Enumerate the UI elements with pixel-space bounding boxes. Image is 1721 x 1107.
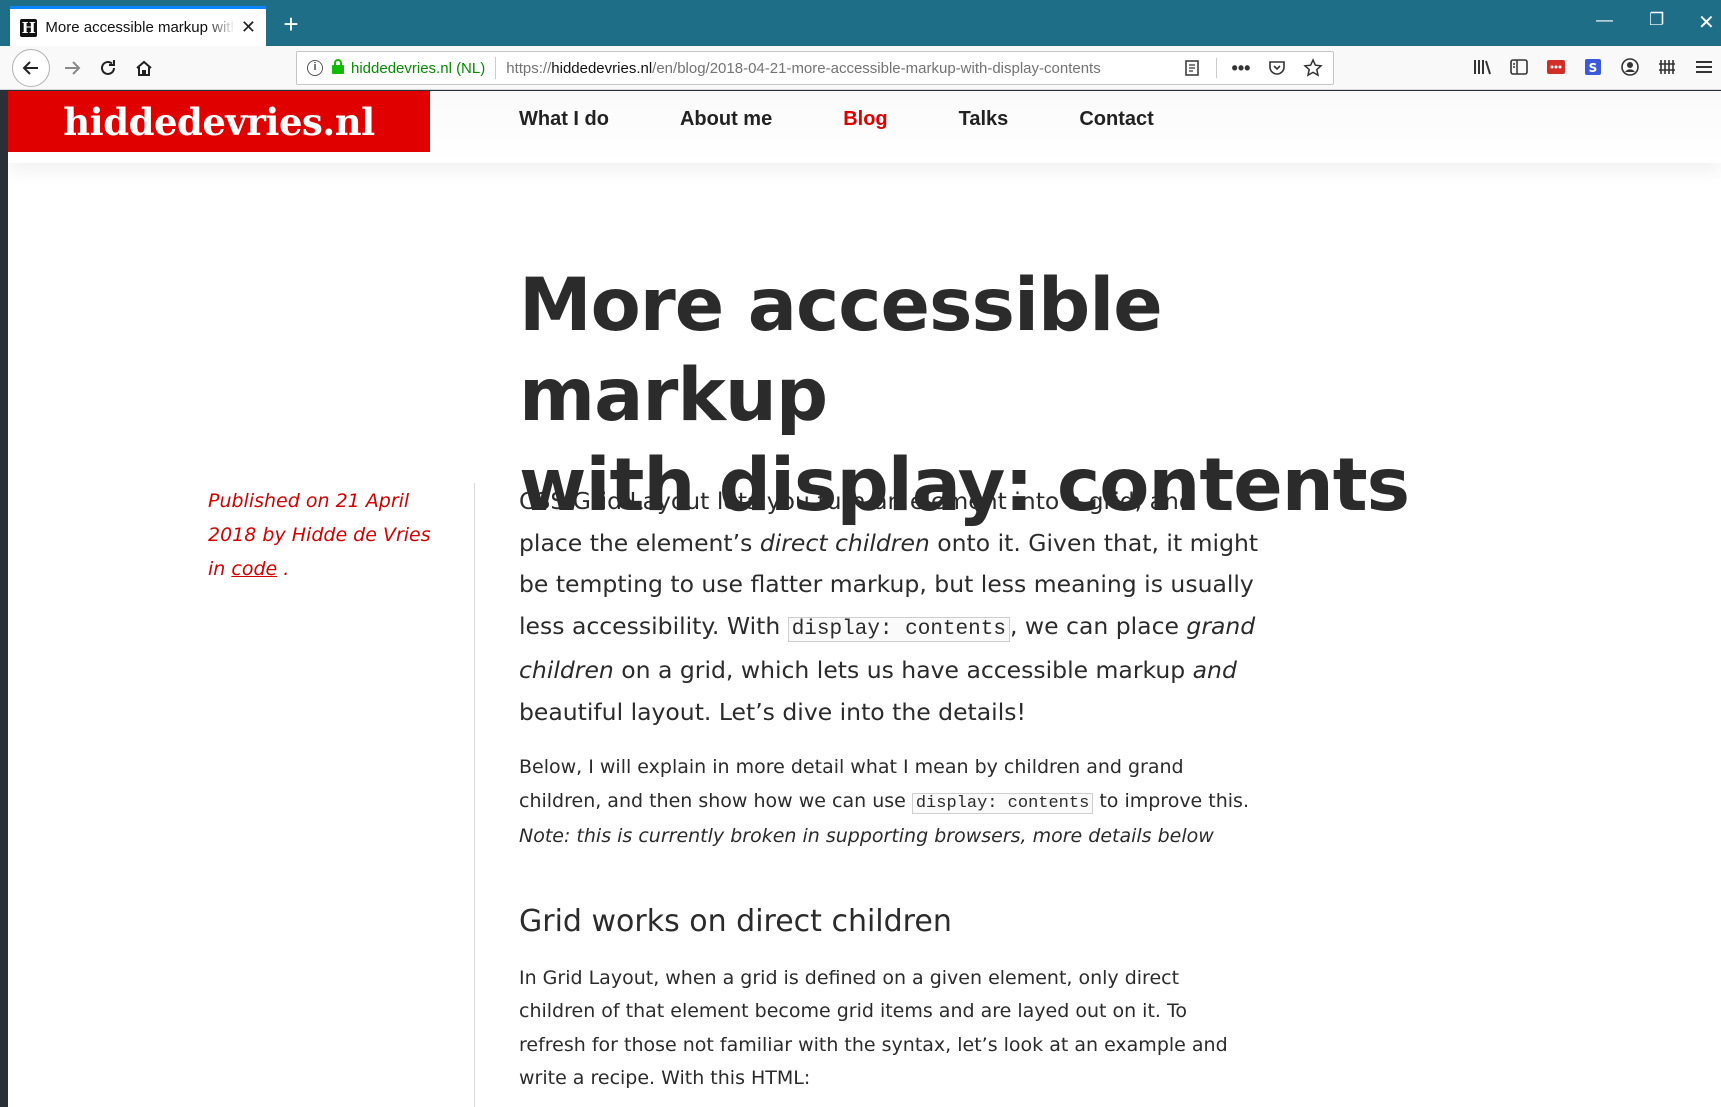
account-icon[interactable] bbox=[1618, 52, 1642, 82]
sidebar-icon[interactable] bbox=[1507, 52, 1531, 82]
meta-in: in bbox=[208, 558, 226, 580]
extension-grid-icon[interactable] bbox=[1655, 52, 1679, 82]
window-close-icon[interactable]: ✕ bbox=[1698, 10, 1715, 35]
reload-icon[interactable] bbox=[92, 52, 124, 84]
page-viewport: hiddedevries.nl What I do About me Blog … bbox=[8, 91, 1721, 1107]
lede-emphasis-1: direct children bbox=[759, 528, 930, 557]
article-lede: CSS Grid Layout lets you turn an element… bbox=[519, 481, 1259, 733]
browser-navbar: i hiddedevries.nl (NL) https://hiddedevr… bbox=[0, 46, 1721, 90]
new-tab-button[interactable]: + bbox=[276, 10, 306, 40]
meta-by: by bbox=[262, 524, 286, 546]
meta-divider bbox=[474, 483, 475, 1107]
article-title-line1: More accessible markup bbox=[519, 263, 1163, 438]
lede-text-5: beautiful layout. Let’s dive into the de… bbox=[519, 697, 1026, 726]
meta-end: . bbox=[283, 558, 290, 580]
menu-icon[interactable] bbox=[1692, 52, 1716, 82]
nav-contact[interactable]: Contact bbox=[1079, 108, 1153, 131]
svg-text:S: S bbox=[1589, 61, 1598, 75]
pocket-icon[interactable] bbox=[1265, 56, 1289, 80]
url-path: /en/blog/2018-04-21-more-accessible-mark… bbox=[652, 59, 1101, 77]
tab-title: More accessible markup with display: con… bbox=[45, 19, 235, 36]
url-text[interactable]: https://hiddedevries.nl/en/blog/2018-04-… bbox=[506, 60, 1156, 77]
lede-text-3: , we can place bbox=[1009, 611, 1187, 640]
site-header: hiddedevries.nl What I do About me Blog … bbox=[8, 91, 1721, 163]
info-icon[interactable]: i bbox=[307, 60, 323, 76]
site-logo-text: hiddedevries.nl bbox=[63, 99, 375, 144]
site-identity[interactable]: hiddedevries.nl (NL) bbox=[351, 60, 485, 77]
article-paragraph-2: In Grid Layout, when a grid is defined o… bbox=[519, 966, 1228, 1090]
url-scheme: https:// bbox=[506, 59, 552, 77]
tab-close-icon[interactable]: ✕ bbox=[241, 17, 256, 38]
reader-view-icon[interactable] bbox=[1180, 56, 1204, 80]
nav-about-me[interactable]: About me bbox=[680, 108, 772, 131]
url-actions-divider bbox=[1216, 58, 1217, 78]
nav-blog[interactable]: Blog bbox=[843, 108, 887, 131]
home-icon[interactable] bbox=[128, 52, 160, 84]
article-meta: Published on 21 April 2018 by Hidde de V… bbox=[208, 484, 438, 586]
meta-published-prefix: Published on bbox=[208, 490, 330, 512]
lede-emphasis-3: and bbox=[1192, 656, 1237, 684]
url-host: hiddedevries.nl bbox=[551, 59, 653, 77]
bookmark-star-icon[interactable] bbox=[1301, 56, 1325, 80]
url-bar[interactable]: i hiddedevries.nl (NL) https://hiddedevr… bbox=[296, 51, 1334, 85]
forward-icon[interactable] bbox=[56, 52, 88, 84]
para1-text-2: to improve this. bbox=[1093, 789, 1249, 812]
toolbar-right: S bbox=[1470, 52, 1716, 82]
lock-icon[interactable] bbox=[331, 58, 345, 79]
back-icon[interactable] bbox=[12, 49, 50, 87]
url-separator bbox=[495, 57, 497, 79]
para1-code: display: contents bbox=[911, 792, 1094, 814]
meta-category-link[interactable]: code bbox=[231, 558, 277, 580]
browser-tab[interactable]: H More accessible markup with display: c… bbox=[10, 6, 266, 46]
restore-icon[interactable]: ❐ bbox=[1649, 10, 1664, 30]
nav-what-i-do[interactable]: What I do bbox=[519, 108, 609, 131]
article-body: CSS Grid Layout lets you turn an element… bbox=[519, 481, 1259, 1096]
site-logo[interactable]: hiddedevries.nl bbox=[8, 91, 430, 152]
page-actions-icon[interactable]: ••• bbox=[1229, 56, 1253, 80]
site-favicon-icon: H bbox=[20, 18, 38, 37]
library-icon[interactable] bbox=[1470, 52, 1494, 82]
url-actions: ••• bbox=[1180, 56, 1325, 80]
meta-author: Hidde de Vries bbox=[291, 524, 431, 546]
article-paragraph-1: Below, I will explain in more detail wha… bbox=[519, 751, 1259, 854]
extension-s-icon[interactable]: S bbox=[1581, 52, 1605, 82]
main-nav: What I do About me Blog Talks Contact bbox=[519, 108, 1225, 131]
lede-code: display: contents bbox=[787, 616, 1010, 642]
minimize-icon[interactable]: — bbox=[1596, 10, 1613, 30]
lede-text-4: on a grid, which lets us have accessible… bbox=[613, 656, 1193, 684]
browser-titlebar: H More accessible markup with display: c… bbox=[0, 0, 1721, 46]
lastpass-icon[interactable] bbox=[1544, 52, 1568, 82]
para1-note: Note: this is currently broken in suppor… bbox=[519, 825, 1214, 847]
section-heading: Grid works on direct children bbox=[519, 903, 952, 939]
nav-talks[interactable]: Talks bbox=[959, 108, 1009, 131]
